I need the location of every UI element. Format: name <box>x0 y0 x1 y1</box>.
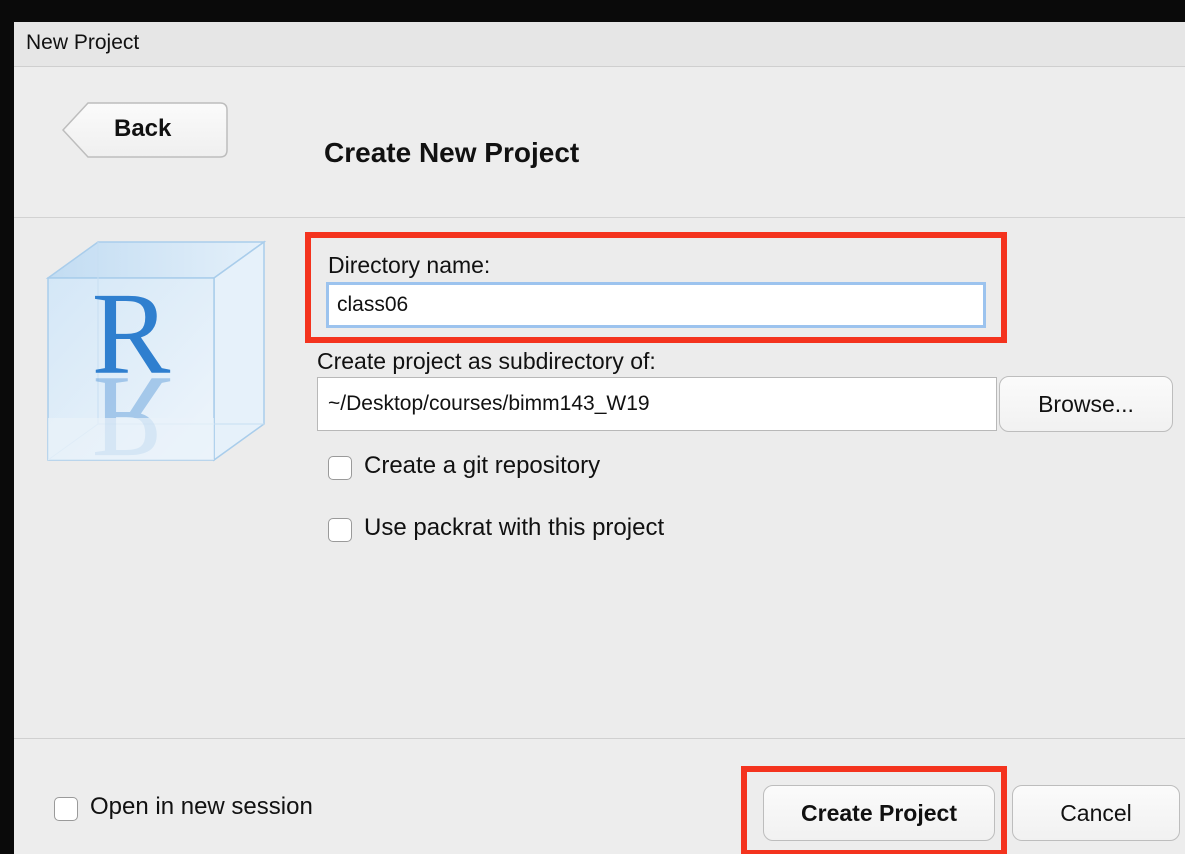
dialog-header: Back Create New Project <box>14 67 1185 218</box>
git-checkbox-label: Create a git repository <box>364 452 601 479</box>
new-session-checkbox-row[interactable]: Open in new session <box>54 791 394 827</box>
packrat-checkbox[interactable] <box>328 518 352 542</box>
create-project-highlight <box>741 766 1007 854</box>
new-session-checkbox[interactable] <box>54 797 78 821</box>
browse-button[interactable]: Browse... <box>999 376 1173 432</box>
subdirectory-label: Create project as subdirectory of: <box>317 348 656 374</box>
window-title: New Project <box>26 31 140 54</box>
subdirectory-input[interactable] <box>317 377 997 431</box>
new-session-checkbox-label: Open in new session <box>90 793 313 820</box>
packrat-checkbox-row[interactable]: Use packrat with this project <box>328 512 788 548</box>
directory-name-highlight <box>305 232 1007 343</box>
packrat-checkbox-label: Use packrat with this project <box>364 514 665 541</box>
dialog-content: R R Directory name: Create project as su… <box>14 218 1185 738</box>
dialog-footer: Open in new session Create Project Cance… <box>14 738 1185 854</box>
window-titlebar: New Project <box>14 22 1185 67</box>
git-checkbox-row[interactable]: Create a git repository <box>328 450 728 486</box>
r-logo-icon: R R <box>45 240 267 468</box>
back-button-label: Back <box>114 115 172 142</box>
git-checkbox[interactable] <box>328 456 352 480</box>
screen-background: New Project Back Create New Project R R … <box>0 0 1185 854</box>
new-project-dialog: New Project Back Create New Project R R … <box>14 22 1185 854</box>
back-button[interactable]: Back <box>62 101 228 159</box>
page-title: Create New Project <box>324 137 580 168</box>
cancel-button[interactable]: Cancel <box>1012 785 1180 841</box>
